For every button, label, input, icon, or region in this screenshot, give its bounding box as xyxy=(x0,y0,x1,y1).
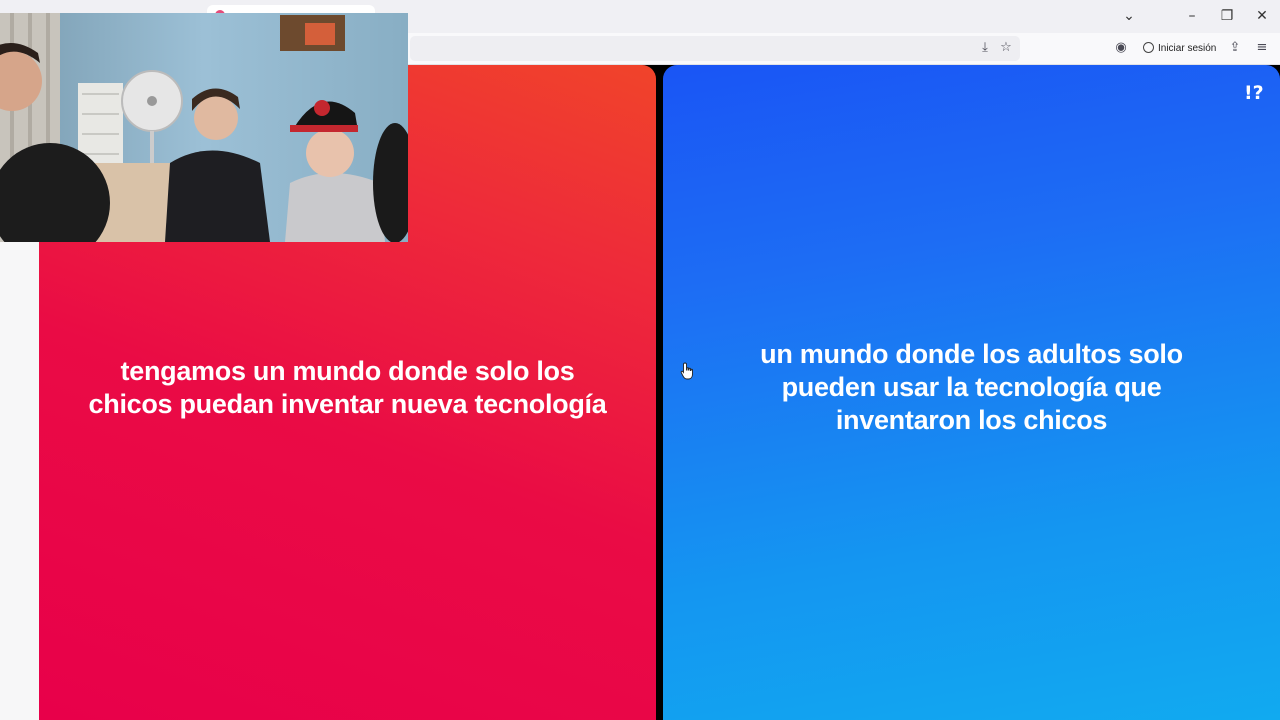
signin-button[interactable]: Iniciar sesión xyxy=(1138,37,1218,60)
extensions-icon[interactable]: ⇪ xyxy=(1226,39,1244,57)
option-text-right: un mundo donde los adultos solo pueden u… xyxy=(760,339,1183,435)
signin-label: Iniciar sesión xyxy=(1158,43,1217,54)
option-text-left: tengamos un mundo donde solo los chicos … xyxy=(88,355,607,419)
webcam-video xyxy=(0,13,408,242)
hand-cursor-icon xyxy=(680,362,693,380)
option-card-right[interactable]: un mundo donde los adultos solo pueden u… xyxy=(663,65,1280,720)
minimize-icon[interactable]: – xyxy=(1180,5,1204,27)
screenshot-icon[interactable]: ◉ xyxy=(1112,39,1130,57)
url-bar[interactable]: ⤓ ☆ xyxy=(410,36,1020,61)
site-logo[interactable]: !? xyxy=(1244,82,1264,104)
account-icon xyxy=(1143,41,1154,53)
webcam-overlay xyxy=(0,13,408,242)
close-icon[interactable]: ✕ xyxy=(1250,5,1274,27)
restore-icon[interactable]: ❐ xyxy=(1215,5,1239,27)
download-icon[interactable]: ⤓ xyxy=(976,39,994,57)
menu-icon[interactable]: ≡ xyxy=(1253,39,1271,57)
star-icon[interactable]: ☆ xyxy=(997,39,1015,57)
chevron-down-icon[interactable]: ⌄ xyxy=(1117,5,1141,27)
